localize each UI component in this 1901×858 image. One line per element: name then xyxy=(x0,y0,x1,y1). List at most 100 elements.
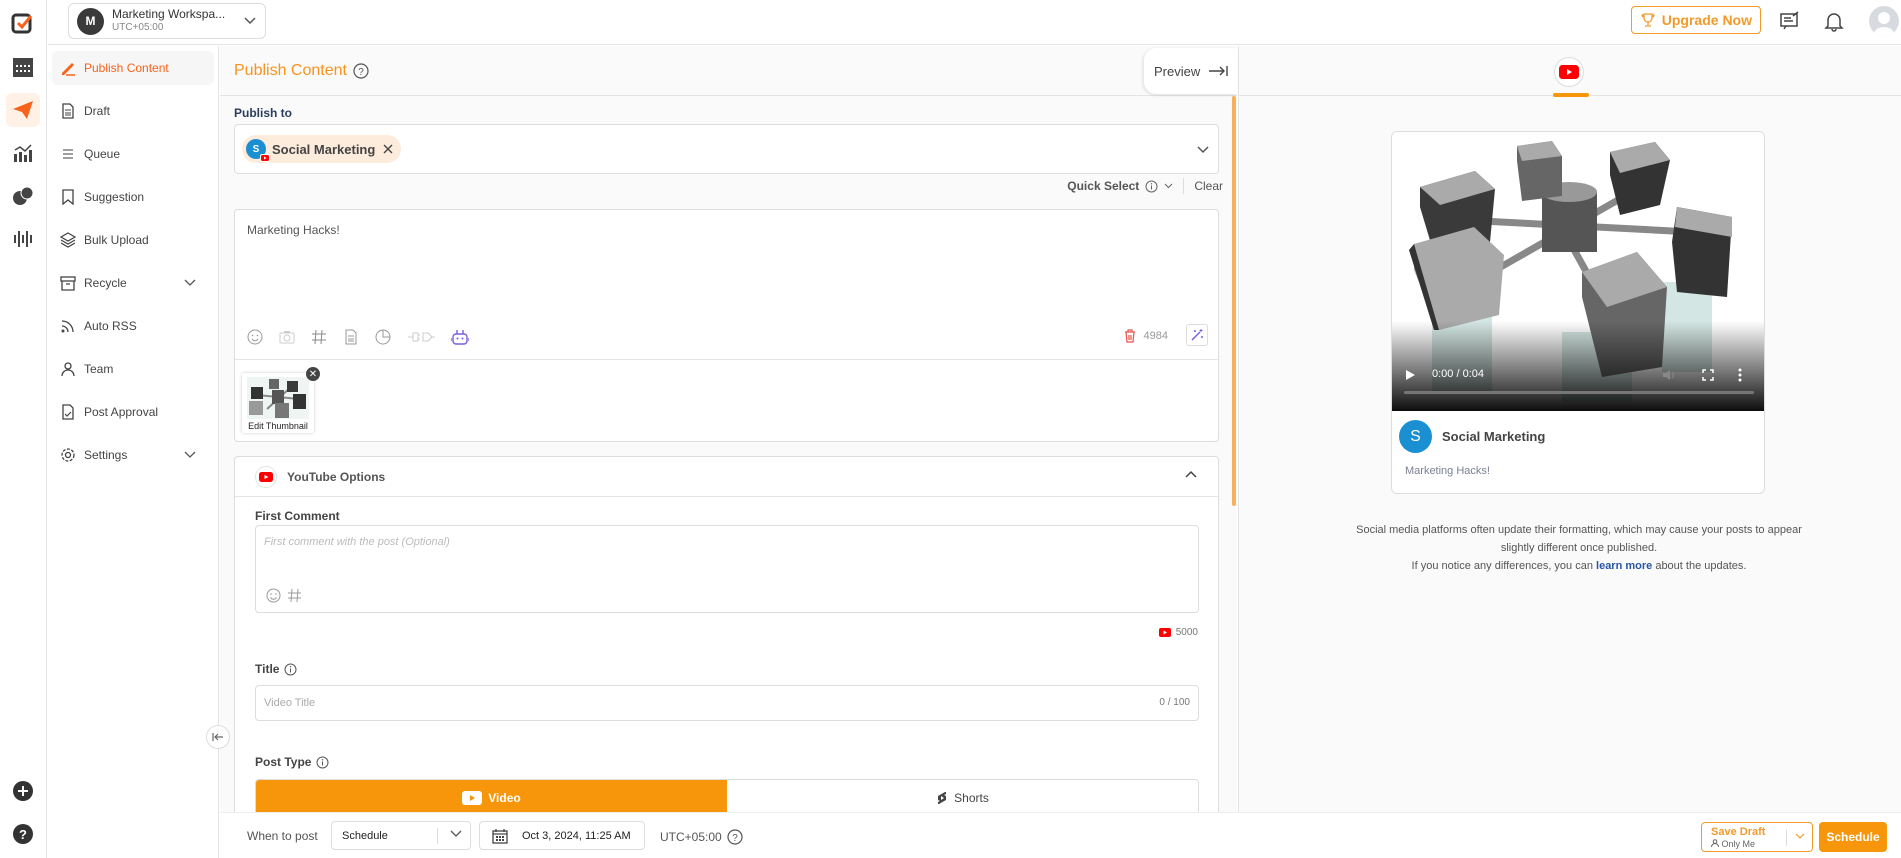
trash-icon[interactable] xyxy=(1124,329,1136,343)
analytics-icon[interactable] xyxy=(10,140,36,166)
draft-visibility-value: Only Me xyxy=(1721,839,1756,849)
remove-account-icon[interactable] xyxy=(381,142,395,156)
preview-account-name: Social Marketing xyxy=(1442,429,1546,444)
sidebar-item-team[interactable]: Team xyxy=(52,352,214,386)
publish-send-icon[interactable] xyxy=(6,93,40,127)
calendar-icon[interactable] xyxy=(10,54,36,80)
collapse-sidebar-button[interactable] xyxy=(206,725,230,749)
sidebar-item-suggestion[interactable]: Suggestion xyxy=(52,180,214,214)
preview-toggle-button[interactable]: Preview xyxy=(1144,48,1237,94)
ai-magic-wand-button[interactable] xyxy=(1186,324,1208,346)
chevron-down-icon[interactable] xyxy=(1196,145,1210,155)
document-icon xyxy=(62,103,74,119)
more-options-icon[interactable] xyxy=(1738,368,1742,382)
app-logo-icon[interactable] xyxy=(10,10,36,36)
chevron-down-icon[interactable] xyxy=(1795,833,1805,840)
document-icon[interactable] xyxy=(343,329,359,345)
video-title-field[interactable]: 0 / 100 xyxy=(255,685,1199,721)
arrow-right-bar-icon xyxy=(1209,66,1228,76)
emoji-icon[interactable] xyxy=(266,588,281,603)
first-comment-input[interactable]: First comment with the post (Optional) xyxy=(255,525,1199,613)
hashtag-icon[interactable] xyxy=(287,588,302,603)
workspace-timezone: UTC+05:00 xyxy=(112,22,164,33)
save-draft-label: Save Draft xyxy=(1711,826,1766,838)
listening-waveform-icon[interactable] xyxy=(10,226,36,252)
sidebar-item-label: Post Approval xyxy=(84,405,159,419)
sidebar-item-publish-content[interactable]: Publish Content xyxy=(52,51,214,85)
sidebar-item-post-approval[interactable]: Post Approval xyxy=(52,395,214,429)
info-icon xyxy=(1145,180,1158,192)
info-icon[interactable] xyxy=(284,663,297,676)
media-thumbnail[interactable]: Edit Thumbnail ✕ xyxy=(242,367,320,433)
help-circle-icon[interactable]: ? xyxy=(10,821,36,847)
sidebar-item-auto-rss[interactable]: Auto RSS xyxy=(52,309,214,343)
composer-scrollbar[interactable] xyxy=(1232,96,1236,506)
youtube-icon xyxy=(255,465,277,488)
youtube-options-header[interactable]: YouTube Options xyxy=(235,457,1218,497)
help-icon[interactable]: ? xyxy=(727,829,743,845)
camera-icon[interactable] xyxy=(279,329,295,345)
post-type-shorts[interactable]: Shorts xyxy=(727,780,1198,816)
post-editor[interactable]: Marketing Hacks! 4984 Edit Thumbnail ✕ xyxy=(234,209,1219,442)
editor-toolbar xyxy=(247,328,469,346)
first-comment-placeholder: First comment with the post (Optional) xyxy=(264,536,450,548)
emoji-icon[interactable] xyxy=(247,329,263,345)
quick-select-button[interactable]: Quick Select xyxy=(1067,179,1139,193)
video-progress-bar[interactable] xyxy=(1404,391,1754,394)
chevron-down-icon xyxy=(184,279,196,286)
sidebar-item-bulk-upload[interactable]: Bulk Upload xyxy=(52,223,214,257)
play-icon[interactable] xyxy=(1404,369,1416,381)
user-icon xyxy=(61,362,75,377)
workspace-switcher[interactable]: M Marketing Workspa... UTC+05:00 xyxy=(68,3,266,39)
formatting-disclaimer: Social media platforms often update thei… xyxy=(1339,521,1819,575)
video-title-input[interactable] xyxy=(256,686,1106,720)
composer-panel: Publish Content ? Preview Publish to S S… xyxy=(220,46,1237,817)
plugin-connector-icon[interactable] xyxy=(407,329,435,345)
disclaimer-line-2-end: about the updates. xyxy=(1652,560,1747,572)
rss-icon xyxy=(61,320,74,333)
schedule-footer: When to post Schedule Oct 3, 2024, 11:25… xyxy=(220,812,1901,858)
hashtag-icon[interactable] xyxy=(311,329,327,345)
edit-thumbnail-label[interactable]: Edit Thumbnail xyxy=(242,421,314,431)
when-to-post-select[interactable]: Schedule xyxy=(331,821,471,850)
chevron-up-icon[interactable] xyxy=(1184,469,1198,479)
info-icon[interactable] xyxy=(316,756,329,769)
document-check-icon xyxy=(62,404,74,420)
ai-robot-icon[interactable] xyxy=(451,328,469,346)
upgrade-now-button[interactable]: Upgrade Now xyxy=(1630,6,1761,34)
clear-button[interactable]: Clear xyxy=(1194,179,1223,193)
notification-bell-icon[interactable] xyxy=(1823,10,1845,32)
characters-remaining: 4984 xyxy=(1143,330,1168,342)
schedule-button[interactable]: Schedule xyxy=(1819,822,1887,852)
sidebar-item-settings[interactable]: Settings xyxy=(52,438,214,472)
bookmark-icon xyxy=(62,189,74,205)
calendar-icon xyxy=(492,828,508,844)
schedule-datetime-picker[interactable]: Oct 3, 2024, 11:25 AM xyxy=(479,821,645,850)
account-name: Social Marketing xyxy=(272,141,376,157)
user-avatar[interactable] xyxy=(1869,6,1899,36)
sidebar-item-label: Draft xyxy=(84,104,111,118)
remove-media-button[interactable]: ✕ xyxy=(306,367,320,381)
add-circle-icon[interactable] xyxy=(10,778,36,804)
post-type-video[interactable]: Video xyxy=(256,780,727,816)
save-draft-button[interactable]: Save Draft Only Me xyxy=(1701,822,1813,852)
fullscreen-icon[interactable] xyxy=(1702,369,1714,381)
learn-more-link[interactable]: learn more xyxy=(1596,560,1652,572)
pie-chart-icon[interactable] xyxy=(375,329,391,345)
chevron-down-icon[interactable] xyxy=(1164,183,1173,189)
volume-icon[interactable] xyxy=(1662,369,1676,381)
post-type-label: Post Type xyxy=(255,755,329,769)
chevron-down-icon xyxy=(244,17,256,25)
inbox-chat-icon[interactable] xyxy=(10,183,36,209)
post-text[interactable]: Marketing Hacks! xyxy=(247,223,340,237)
user-icon xyxy=(1711,839,1719,848)
sidebar-item-draft[interactable]: Draft xyxy=(52,94,214,128)
help-icon[interactable]: ? xyxy=(353,62,369,79)
sidebar-item-queue[interactable]: Queue xyxy=(52,137,214,171)
account-selector[interactable]: S Social Marketing xyxy=(234,124,1219,174)
preview-tab-youtube[interactable] xyxy=(1554,57,1584,87)
preview-account-avatar: S xyxy=(1399,420,1432,453)
video-player[interactable]: 0:00 / 0:04 xyxy=(1392,132,1764,411)
sidebar-item-recycle[interactable]: Recycle xyxy=(52,266,214,300)
compose-note-icon[interactable] xyxy=(1779,10,1801,32)
